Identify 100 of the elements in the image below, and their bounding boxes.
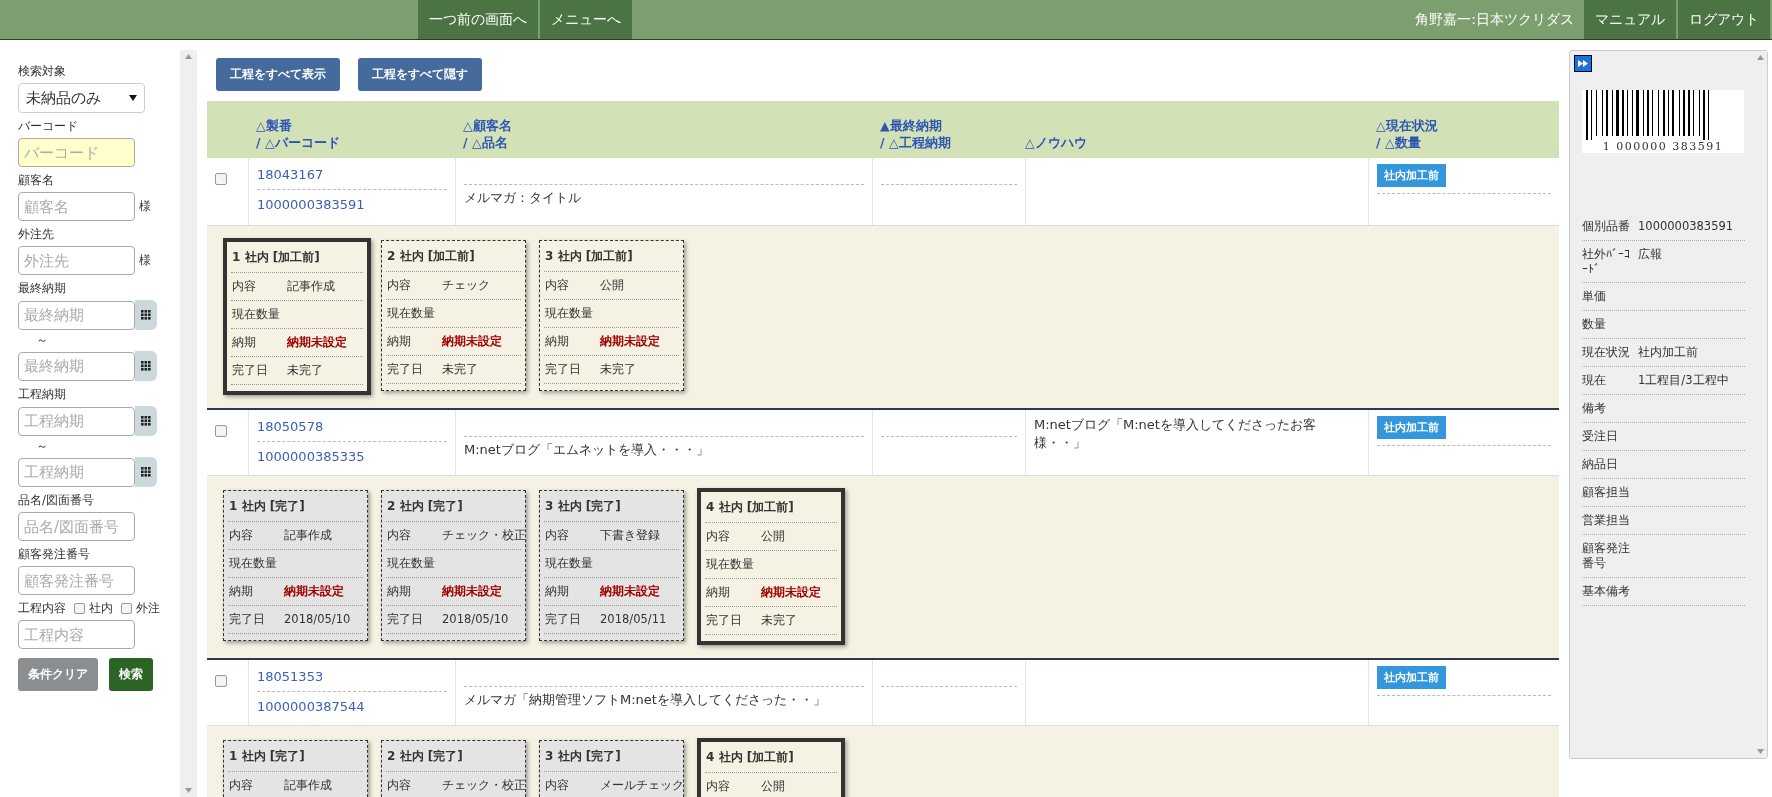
process-field-value: 2018/05/10 bbox=[442, 612, 509, 627]
field-label: 検索対象 bbox=[18, 64, 66, 79]
input-field[interactable]: 工程内容 bbox=[18, 620, 135, 649]
checkbox-label: 社内 bbox=[89, 601, 113, 616]
input-field[interactable]: 顧客発注番号 bbox=[18, 566, 135, 595]
process-title: 1 社内 [完了] bbox=[228, 494, 363, 522]
process-field-value: 記事作成 bbox=[284, 528, 332, 543]
suffix-label: 様 bbox=[139, 252, 151, 269]
calendar-button[interactable] bbox=[135, 457, 157, 487]
sort-link[interactable]: △ノウハウ bbox=[1025, 135, 1368, 152]
scroll-down-icon bbox=[185, 788, 192, 793]
input-field[interactable]: 品名/図面番号 bbox=[18, 512, 135, 541]
input-field[interactable]: バーコード bbox=[18, 138, 135, 167]
nav-button[interactable]: 一つ前の画面へ bbox=[418, 0, 538, 39]
toolbar-button[interactable]: 工程をすべて隠す bbox=[358, 58, 482, 91]
status-badge: 社内加工前 bbox=[1377, 666, 1446, 689]
checkbox[interactable] bbox=[74, 603, 85, 614]
checkbox[interactable] bbox=[121, 603, 132, 614]
scroll-down-icon bbox=[1756, 749, 1764, 754]
process-field-value: 納期未設定 bbox=[442, 584, 502, 599]
date-field[interactable]: 最終納期 bbox=[18, 300, 135, 330]
row-checkbox[interactable] bbox=[215, 173, 227, 185]
barcode-link[interactable]: 1000000385335 bbox=[257, 446, 447, 467]
field-label: 最終納期 bbox=[18, 281, 66, 296]
select-field[interactable]: 未納品のみ bbox=[18, 83, 145, 113]
double-arrow-icon bbox=[1578, 60, 1588, 67]
sort-link[interactable]: ▲最終納期 bbox=[880, 118, 1025, 135]
barcode-digits: 1 000000 383591 bbox=[1601, 140, 1725, 153]
process-field-label: 納期 bbox=[545, 584, 570, 599]
nav-button[interactable]: マニュアル bbox=[1584, 0, 1676, 39]
process-field-value: 公開 bbox=[761, 779, 785, 794]
process-title: 3 社内 [加工前] bbox=[544, 244, 679, 272]
scrollbar[interactable] bbox=[180, 50, 197, 797]
calendar-button[interactable] bbox=[135, 300, 157, 330]
process-title: 2 社内 [加工前] bbox=[386, 244, 521, 272]
expand-button[interactable] bbox=[1574, 55, 1592, 72]
order-number-link[interactable]: 18051353 bbox=[257, 666, 447, 687]
process-field-label: 完了日 bbox=[387, 612, 424, 627]
row-checkbox[interactable] bbox=[215, 675, 227, 687]
row-checkbox[interactable] bbox=[215, 425, 227, 437]
process-title: 1 社内 [完了] bbox=[228, 744, 363, 772]
calendar-button[interactable] bbox=[135, 406, 157, 436]
process-field-value: 2018/05/10 bbox=[284, 612, 351, 627]
field-label: 工程内容 bbox=[18, 601, 66, 616]
date-field[interactable]: 工程納期 bbox=[18, 457, 135, 487]
sort-link[interactable]: / △品名 bbox=[463, 135, 872, 152]
sort-link[interactable]: / △バーコード bbox=[256, 135, 455, 152]
user-name: 角野嘉一:日本ツクリダス bbox=[1415, 9, 1574, 29]
date-field[interactable]: 最終納期 bbox=[18, 351, 135, 381]
detail-value: 1工程目/3工程中 bbox=[1638, 373, 1729, 388]
nav-button[interactable]: ログアウト bbox=[1678, 0, 1770, 39]
calendar-button[interactable] bbox=[135, 351, 157, 381]
detail-label: 基本備考 bbox=[1582, 584, 1631, 599]
detail-value: 1000000383591 bbox=[1638, 219, 1734, 234]
process-field-value: 未完了 bbox=[442, 362, 478, 377]
nav-button[interactable]: メニューへ bbox=[540, 0, 632, 39]
process-field-value: チェック・校正 bbox=[442, 778, 526, 793]
detail-label: 顧客担当 bbox=[1582, 485, 1631, 500]
input-field[interactable]: 外注先 bbox=[18, 246, 135, 275]
field-label: バーコード bbox=[18, 119, 78, 134]
calendar-grid-icon bbox=[141, 467, 151, 477]
detail-label: 個別品番 bbox=[1582, 219, 1631, 234]
range-separator: ～ bbox=[36, 438, 49, 455]
process-field-value: 未完了 bbox=[600, 362, 636, 377]
process-field-value: 未完了 bbox=[761, 613, 797, 628]
calendar-grid-icon bbox=[141, 416, 151, 426]
sort-link[interactable]: △現在状況 bbox=[1376, 118, 1559, 135]
process-field-label: 納期 bbox=[387, 334, 412, 349]
detail-label: 現在状況 bbox=[1582, 345, 1631, 360]
process-field-value: 公開 bbox=[600, 278, 624, 293]
calendar-grid-icon bbox=[141, 361, 151, 371]
process-field-label: 内容 bbox=[545, 278, 570, 293]
input-field[interactable]: 顧客名 bbox=[18, 192, 135, 221]
field-label: 品名/図面番号 bbox=[18, 493, 94, 508]
process-field-label: 完了日 bbox=[706, 613, 743, 628]
process-field-label: 完了日 bbox=[387, 362, 424, 377]
suffix-label: 様 bbox=[139, 198, 151, 215]
process-field-label: 完了日 bbox=[545, 362, 582, 377]
toolbar-button[interactable]: 工程をすべて表示 bbox=[216, 58, 340, 91]
process-field-label: 完了日 bbox=[229, 612, 266, 627]
order-number-link[interactable]: 18050578 bbox=[257, 416, 447, 437]
knowhow-text: M:netブログ「M:netを導入してくださったお客様・・」 bbox=[1034, 416, 1317, 452]
date-field[interactable]: 工程納期 bbox=[18, 406, 135, 436]
barcode-link[interactable]: 1000000387544 bbox=[257, 696, 447, 717]
search-button[interactable]: 検索 bbox=[109, 658, 153, 691]
sort-link[interactable]: △顧客名 bbox=[463, 118, 872, 135]
process-field-label: 納期 bbox=[706, 585, 731, 600]
detail-label: 社外ﾊﾞｰｺｰﾄﾞ bbox=[1582, 247, 1631, 276]
order-number-link[interactable]: 18043167 bbox=[257, 164, 447, 185]
process-field-value: 納期未設定 bbox=[600, 334, 660, 349]
process-title: 2 社内 [完了] bbox=[386, 494, 521, 522]
clear-button[interactable]: 条件クリア bbox=[18, 658, 98, 691]
sort-link[interactable]: △製番 bbox=[256, 118, 455, 135]
process-field-label: 現在数量 bbox=[545, 306, 594, 321]
sort-link[interactable]: / △工程納期 bbox=[880, 135, 1025, 152]
barcode-link[interactable]: 1000000383591 bbox=[257, 194, 447, 215]
scroll-up-icon bbox=[1756, 55, 1764, 60]
sort-link[interactable]: / △数量 bbox=[1376, 135, 1559, 152]
process-field-value: チェック・校正 bbox=[442, 528, 526, 543]
process-title: 3 社内 [完了] bbox=[544, 744, 679, 772]
